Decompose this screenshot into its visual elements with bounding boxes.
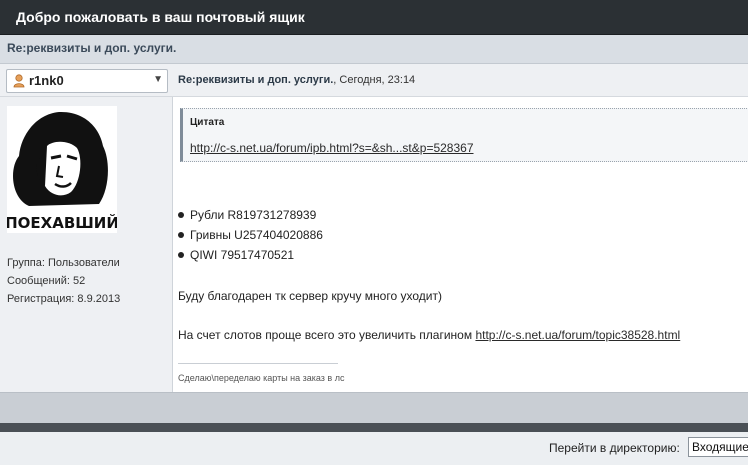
avatar-caption: ПОЕХАВШИЙ [7, 213, 117, 232]
author-group: Группа: Пользователи [7, 257, 120, 269]
topic-title: Re:реквизиты и доп. услуги. [7, 41, 177, 55]
quote-block: Цитата http://c-s.net.ua/forum/ipb.html?… [180, 108, 748, 162]
top-header-bar: Добро пожаловать в ваш почтовый ящик [0, 0, 748, 35]
post-text-line-with-link: На счет слотов проще всего это увеличить… [178, 328, 681, 342]
signature-divider [178, 363, 338, 364]
folder-select[interactable]: Входящие [688, 437, 748, 457]
list-item: Рубли R819731278939 [178, 208, 316, 222]
post-text-line: Буду благодарен тк сервер кручу много ух… [178, 289, 442, 303]
bullet-icon [178, 231, 184, 238]
page-title: Добро пожаловать в ваш почтовый ящик [16, 9, 305, 25]
folder-jump-bar: Перейти в директорию: Входящие [0, 432, 748, 465]
post-content: Цитата http://c-s.net.ua/forum/ipb.html?… [173, 97, 748, 392]
bullet-icon [178, 251, 184, 258]
signature: Сделаю\переделаю карты на заказ в лс [178, 373, 345, 383]
post-title: Re:реквизиты и доп. услуги. [178, 74, 334, 86]
author-dropdown[interactable]: r1nk0 ▼ [6, 69, 168, 93]
author-registration: Регистрация: 8.9.2013 [7, 293, 121, 305]
divider-bar [0, 423, 748, 432]
user-icon [13, 74, 25, 88]
list-item: QIWI 79517470521 [178, 248, 294, 262]
author-post-count: Сообщений: 52 [7, 275, 86, 287]
quote-link[interactable]: http://c-s.net.ua/forum/ipb.html?s=&sh..… [190, 141, 474, 155]
author-name: r1nk0 [29, 73, 64, 88]
post-footer-bar [0, 392, 748, 423]
post-header-row: r1nk0 ▼ Re:реквизиты и доп. услуги., Сег… [0, 64, 748, 97]
plugin-link[interactable]: http://c-s.net.ua/forum/topic38528.html [475, 328, 680, 342]
folder-jump-label: Перейти в директорию: [549, 441, 680, 455]
topic-title-bar: Re:реквизиты и доп. услуги. [0, 35, 748, 64]
post-meta: Re:реквизиты и доп. услуги., Сегодня, 23… [178, 74, 415, 86]
author-sidebar: ПОЕХАВШИЙ Группа: Пользователи Сообщений… [0, 97, 173, 392]
quote-label: Цитата [190, 117, 225, 128]
post-timestamp: , Сегодня, 23:14 [333, 74, 416, 86]
avatar[interactable]: ПОЕХАВШИЙ [7, 106, 117, 233]
list-item: Гривны U257404020886 [178, 228, 323, 242]
bullet-icon [178, 211, 184, 218]
chevron-down-icon: ▼ [153, 74, 163, 85]
